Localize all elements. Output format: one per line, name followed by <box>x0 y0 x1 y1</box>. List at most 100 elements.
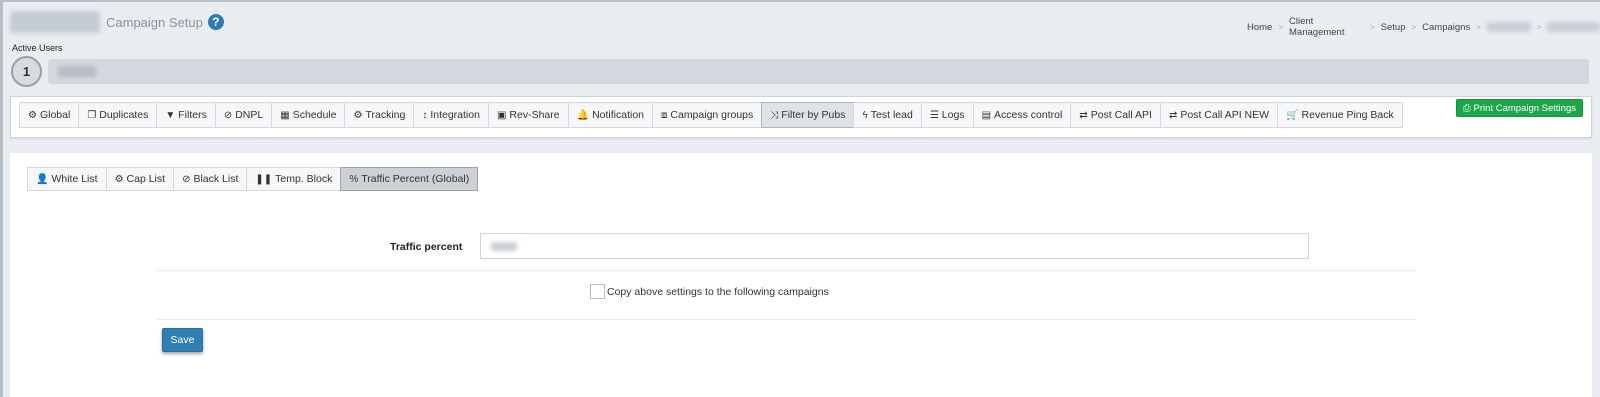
window-left-edge <box>0 0 3 397</box>
user-plus-icon: 👤 <box>36 173 49 185</box>
bolt-icon: ϟ <box>862 109 868 121</box>
filter-by-pubs-panel: 👤 White List ⚙ Cap List ⊘ Black List ❚❚ Temp. B… <box>10 153 1592 397</box>
copy-settings-checkbox[interactable] <box>590 284 605 299</box>
list-icon: ☰ <box>929 109 939 121</box>
tab-label: Post Call API <box>1090 109 1152 121</box>
breadcrumb-campaigns[interactable]: Campaigns <box>1422 22 1470 33</box>
cart-arrow-down-icon: 🛒 <box>1286 109 1299 121</box>
tab-duplicates[interactable]: ❐ Duplicates <box>78 102 158 128</box>
question-circle-icon[interactable]: ? <box>207 14 224 30</box>
tab-filter-by-pubs[interactable]: ⤨ Filter by Pubs <box>761 102 855 128</box>
active-user-count: 1 <box>11 56 42 87</box>
tab-label: Filters <box>178 109 207 121</box>
divider <box>156 319 1416 320</box>
tab-label: DNPL <box>235 109 264 121</box>
tab-filters[interactable]: ▼ Filters <box>156 102 216 128</box>
tab-rev-share[interactable]: ▣ Rev-Share <box>487 102 569 128</box>
active-users-label: Active Users <box>12 43 63 53</box>
active-users-bar <box>48 59 1589 84</box>
tab-integration[interactable]: ↕ Integration <box>413 102 489 128</box>
tab-label: Filter by Pubs <box>781 109 846 121</box>
tab-label: Logs <box>941 109 965 121</box>
tab-label: Post Call API NEW <box>1180 109 1270 121</box>
subtab-label: Temp. Block <box>275 173 333 185</box>
subtab-black-list[interactable]: ⊘ Black List <box>173 167 248 191</box>
subtabs-row: 👤 White List ⚙ Cap List ⊘ Black List ❚❚ Temp. B… <box>27 167 479 191</box>
ban-icon: ⊘ <box>223 109 233 121</box>
subtab-label: Cap List <box>126 173 166 185</box>
window-top-edge <box>0 0 1600 2</box>
breadcrumb-home[interactable]: Home <box>1247 22 1272 33</box>
subtab-cap-list[interactable]: ⚙ Cap List <box>105 167 175 191</box>
tab-test-lead[interactable]: ϟ Test lead <box>853 102 922 128</box>
percent-icon: % <box>349 173 359 185</box>
campaign-name-redacted <box>10 11 100 33</box>
filter-icon: ▼ <box>165 109 176 121</box>
subtab-temp-block[interactable]: ❚❚ Temp. Block <box>246 167 342 191</box>
tab-label: Campaign groups <box>670 109 754 121</box>
traffic-percent-input[interactable] <box>480 233 1309 259</box>
tab-global[interactable]: ⚙ Global <box>19 102 80 128</box>
object-group-icon: ⧈ <box>661 109 668 121</box>
subtab-label: White List <box>51 173 98 185</box>
copy-icon: ❐ <box>87 109 97 121</box>
breadcrumb: Home > Client Management > Setup > Campa… <box>1247 16 1600 38</box>
page-header: Campaign Setup ? <box>10 8 224 36</box>
tab-tracking[interactable]: ⚙ Tracking <box>344 102 415 128</box>
tab-post-call-api[interactable]: ⇄ Post Call API <box>1070 102 1161 128</box>
subtab-traffic-percent-global[interactable]: % Traffic Percent (Global) <box>340 167 479 191</box>
breadcrumb-separator: > <box>1536 22 1542 32</box>
ban-icon: ⊘ <box>182 173 191 185</box>
money-icon: ▣ <box>496 109 507 121</box>
divider <box>156 270 1416 271</box>
campaign-settings-tabs: ⚙ Global ❐ Duplicates ▼ Filters ⊘ DNPL ▦ Schedule… <box>10 96 1592 138</box>
traffic-percent-value-redacted <box>491 242 517 251</box>
tab-campaign-groups[interactable]: ⧈ Campaign groups <box>652 102 763 128</box>
cogs-icon: ⚙ <box>28 109 37 121</box>
breadcrumb-client-management[interactable]: Client Management <box>1289 16 1364 38</box>
save-button[interactable]: Save <box>162 328 203 352</box>
file-text-icon: ▤ <box>981 109 992 121</box>
tab-logs[interactable]: ☰ Logs <box>920 102 974 128</box>
print-campaign-settings-button[interactable]: ⎙ Print Campaign Settings <box>1455 99 1583 117</box>
breadcrumb-setup[interactable]: Setup <box>1381 22 1406 33</box>
tab-post-call-api-new[interactable]: ⇄ Post Call API NEW <box>1159 102 1279 128</box>
arrows-v-icon: ↕ <box>422 109 428 121</box>
tab-label: Schedule <box>292 109 337 121</box>
tab-label: Integration <box>430 109 480 121</box>
tabs-row: ⚙ Global ❐ Duplicates ▼ Filters ⊘ DNPL ▦ Schedule… <box>19 102 1403 128</box>
breadcrumb-redacted <box>1547 22 1600 32</box>
tab-label: Revenue Ping Back <box>1301 109 1394 121</box>
subtab-white-list[interactable]: 👤 White List <box>27 167 107 191</box>
print-button-label: Print Campaign Settings <box>1473 102 1576 114</box>
tab-label: Notification <box>592 109 645 121</box>
tab-label: Access control <box>994 109 1063 121</box>
tab-revenue-ping-back[interactable]: 🛒 Revenue Ping Back <box>1277 102 1403 128</box>
cog-icon: ⚙ <box>114 173 124 185</box>
bell-icon: 🔔 <box>576 109 590 121</box>
tab-schedule[interactable]: ▦ Schedule <box>271 102 346 128</box>
calendar-icon: ▦ <box>280 109 290 121</box>
exchange-icon: ⇄ <box>1168 109 1178 121</box>
subtab-label: Black List <box>193 173 239 185</box>
print-icon: ⎙ <box>1462 102 1471 114</box>
tab-label: Tracking <box>365 109 406 121</box>
breadcrumb-separator: > <box>1476 22 1481 32</box>
active-user-name-redacted <box>58 66 96 77</box>
tab-label: Rev-Share <box>509 109 560 121</box>
tab-access-control[interactable]: ▤ Access control <box>972 102 1072 128</box>
exchange-icon: ⇄ <box>1079 109 1088 121</box>
page-title: Campaign Setup <box>106 14 203 30</box>
copy-settings-label: Copy above settings to the following cam… <box>607 286 829 298</box>
breadcrumb-separator: > <box>1369 22 1375 32</box>
subtab-label: Traffic Percent (Global) <box>361 173 470 185</box>
breadcrumb-separator: > <box>1411 22 1417 32</box>
breadcrumb-separator: > <box>1278 22 1284 32</box>
tab-label: Duplicates <box>99 109 149 121</box>
pause-icon: ❚❚ <box>255 173 273 185</box>
tab-label: Test lead <box>870 109 913 121</box>
tab-dnpl[interactable]: ⊘ DNPL <box>214 102 273 128</box>
cogs-icon: ⚙ <box>353 109 363 121</box>
tab-notification[interactable]: 🔔 Notification <box>567 102 654 128</box>
breadcrumb-redacted[interactable] <box>1486 22 1531 32</box>
